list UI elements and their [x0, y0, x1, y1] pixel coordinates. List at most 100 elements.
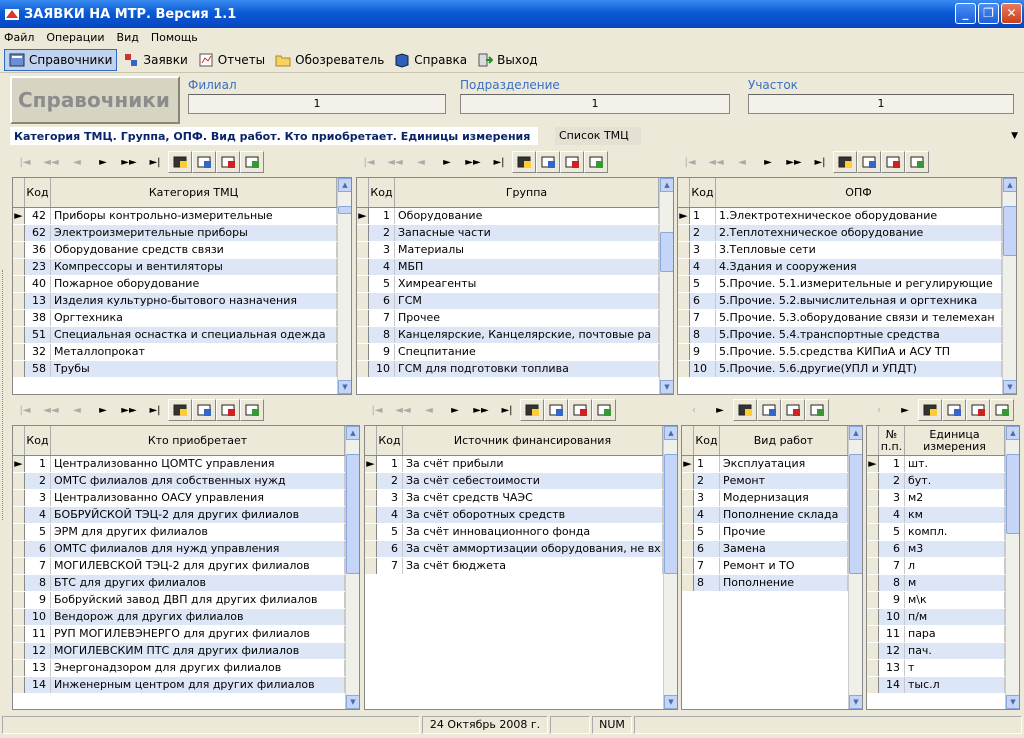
table-row[interactable]: 4 МБП — [357, 259, 673, 276]
cell-name[interactable]: 5.Прочие. 5.2.вычислительная и оргтехник… — [716, 293, 1002, 309]
edit-record-button[interactable] — [520, 399, 544, 421]
cell-name[interactable]: т — [905, 660, 1005, 676]
table-row[interactable]: 10 ГСМ для подготовки топлива — [357, 361, 673, 378]
cell-code[interactable]: 7 — [369, 310, 395, 326]
nav-prior-page-button[interactable]: ◄◄ — [382, 157, 408, 168]
nav-next-button[interactable]: ► — [90, 405, 116, 416]
cell-code[interactable]: 4 — [879, 507, 905, 523]
cell-code[interactable]: 3 — [25, 490, 51, 506]
cell-code[interactable]: 5 — [690, 276, 716, 292]
nav-prior-button[interactable]: ◄ — [416, 405, 442, 416]
cell-code[interactable]: 1 — [690, 208, 716, 224]
cell-name[interactable]: Запасные части — [395, 225, 659, 241]
table-row[interactable]: 14 Инженерным центром для других филиалов — [13, 677, 359, 694]
table-row[interactable]: 6 5.Прочие. 5.2.вычислительная и оргтехни… — [678, 293, 1016, 310]
cell-code[interactable]: 58 — [25, 361, 51, 377]
cell-name[interactable]: Химреагенты — [395, 276, 659, 292]
table-row[interactable]: 32 Металлопрокат — [13, 344, 351, 361]
grid-istochnik[interactable]: Код Источник финансирования ► 1 За счёт приб… — [364, 425, 678, 710]
cell-name[interactable]: Централизованно ОАСУ управления — [51, 490, 345, 506]
nav-prior-button[interactable]: ◄ — [64, 405, 90, 416]
table-row[interactable]: 2 2.Теплотехническое оборудование — [678, 225, 1016, 242]
nav-next-button[interactable]: ► — [707, 405, 733, 416]
post-record-button[interactable] — [905, 151, 929, 173]
scroll-down-icon[interactable]: ▼ — [338, 380, 351, 394]
cell-code[interactable]: 62 — [25, 225, 51, 241]
grid-kto[interactable]: Код Кто приобретает ► 1 Централизованно ЦОМТ… — [12, 425, 360, 710]
table-row[interactable]: 2 Ремонт — [682, 473, 862, 490]
cell-name[interactable]: 5.Прочие. 5.3.оборудование связи и телем… — [716, 310, 1002, 326]
cell-name[interactable]: Оргтехника — [51, 310, 337, 326]
cell-code[interactable]: 13 — [879, 660, 905, 676]
column-header-code[interactable]: Код — [25, 178, 51, 207]
scroll-thumb[interactable] — [338, 206, 351, 214]
toolbar-exit-button[interactable]: Выход — [473, 49, 541, 71]
table-row[interactable]: 13 Изделия культурно-бытового назначения — [13, 293, 351, 310]
nav-prior-button[interactable]: ◄ — [729, 157, 755, 168]
table-row[interactable]: 6 ОМТС филиалов для нужд управления — [13, 541, 359, 558]
cell-name[interactable]: МБП — [395, 259, 659, 275]
cell-name[interactable]: Трубы — [51, 361, 337, 377]
scroll-down-icon[interactable]: ▼ — [664, 695, 677, 709]
scroll-up-icon[interactable]: ▲ — [338, 178, 351, 192]
grid-edinica[interactable]: № п.п. Единица измерения ► 1 шт. 2 бут. 3 м2 4 км 5… — [866, 425, 1020, 710]
table-row[interactable]: 6 ГСМ — [357, 293, 673, 310]
cell-name[interactable]: м3 — [905, 541, 1005, 557]
insert-record-button[interactable] — [192, 151, 216, 173]
scroll-down-icon[interactable]: ▼ — [346, 695, 359, 709]
cell-name[interactable]: 2.Теплотехническое оборудование — [716, 225, 1002, 241]
cell-name[interactable]: ГСМ — [395, 293, 659, 309]
cell-name[interactable]: ОМТС филиалов для нужд управления — [51, 541, 345, 557]
table-row[interactable]: 7 Прочее — [357, 310, 673, 327]
scroll-up-icon[interactable]: ▲ — [346, 426, 359, 440]
cell-code[interactable]: 8 — [25, 575, 51, 591]
table-row[interactable]: 58 Трубы — [13, 361, 351, 378]
cell-code[interactable]: 4 — [377, 507, 403, 523]
cell-code[interactable]: 1 — [369, 208, 395, 224]
table-row[interactable]: 7 Ремонт и ТО — [682, 558, 862, 575]
table-row[interactable]: 5 За счёт инновационного фонда — [365, 524, 677, 541]
edit-record-button[interactable] — [512, 151, 536, 173]
nav-first-button[interactable]: |◄ — [356, 157, 382, 168]
cell-name[interactable]: м2 — [905, 490, 1005, 506]
menu-file[interactable]: Файл — [4, 31, 34, 44]
chevron-down-icon[interactable]: ▼ — [1011, 131, 1018, 141]
table-row[interactable]: 2 ОМТС филиалов для собственных нужд — [13, 473, 359, 490]
cell-code[interactable]: 7 — [377, 558, 403, 574]
table-row[interactable]: 10 Вендорож для других филиалов — [13, 609, 359, 626]
table-row[interactable]: 8 БТС для других филиалов — [13, 575, 359, 592]
column-header-name[interactable]: Группа — [395, 178, 659, 207]
cell-name[interactable]: МОГИЛЕВСКИМ ПТС для других филиалов — [51, 643, 345, 659]
delete-record-button[interactable] — [781, 399, 805, 421]
minimize-button[interactable]: _ — [955, 3, 976, 24]
cell-code[interactable]: 1 — [25, 456, 51, 472]
cell-name[interactable]: Изделия культурно-бытового назначения — [51, 293, 337, 309]
cell-code[interactable]: 8 — [879, 575, 905, 591]
cell-code[interactable]: 2 — [377, 473, 403, 489]
cell-name[interactable]: Канцелярские, Канцелярские, почтовые ра — [395, 327, 659, 343]
table-row[interactable]: 5 компл. — [867, 524, 1019, 541]
cell-code[interactable]: 8 — [369, 327, 395, 343]
cell-name[interactable]: За счёт прибыли — [403, 456, 663, 472]
cell-name[interactable]: тыс.л — [905, 677, 1005, 693]
nav-prior-button[interactable]: ‹ — [681, 405, 707, 416]
maximize-button[interactable]: ❐ — [978, 3, 999, 24]
table-row[interactable]: 8м — [867, 575, 1019, 592]
table-row[interactable]: 5 Химреагенты — [357, 276, 673, 293]
cell-name[interactable]: пач. — [905, 643, 1005, 659]
toolbar-explorer-button[interactable]: Обозреватель — [271, 49, 388, 71]
cell-name[interactable]: Инженерным центром для других филиалов — [51, 677, 345, 693]
cell-code[interactable]: 5 — [879, 524, 905, 540]
table-row[interactable]: 9 Бобруйский завод ДВП для других филиало… — [13, 592, 359, 609]
toolbar-requests-button[interactable]: Заявки — [119, 49, 191, 71]
cell-name[interactable]: п/м — [905, 609, 1005, 625]
cell-code[interactable]: 7 — [690, 310, 716, 326]
table-row[interactable]: 2 бут. — [867, 473, 1019, 490]
cell-name[interactable]: За счёт бюджета — [403, 558, 663, 574]
scroll-up-icon[interactable]: ▲ — [1006, 426, 1019, 440]
cell-code[interactable]: 12 — [879, 643, 905, 659]
nav-first-button[interactable]: |◄ — [12, 405, 38, 416]
cell-name[interactable]: За счёт оборотных средств — [403, 507, 663, 523]
cell-name[interactable]: 1.Электротехническое оборудование — [716, 208, 1002, 224]
insert-record-button[interactable] — [857, 151, 881, 173]
